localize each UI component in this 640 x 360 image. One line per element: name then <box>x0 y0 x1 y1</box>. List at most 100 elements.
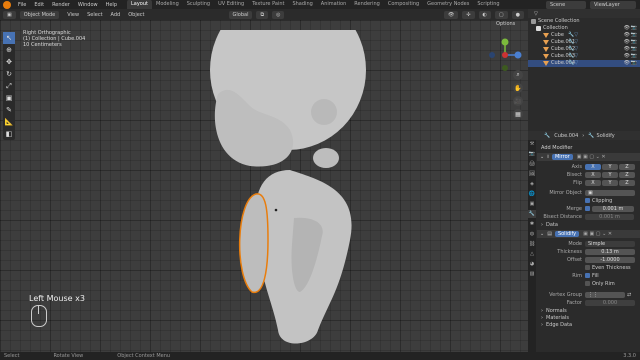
mode-dropdown[interactable]: Simple <box>585 240 635 247</box>
vertex-group-field[interactable]: ⋮⋮ <box>585 291 625 298</box>
move-tool-icon[interactable]: ✥ <box>3 56 15 68</box>
tab-animation[interactable]: Animation <box>317 0 351 9</box>
tab-compositing[interactable]: Compositing <box>384 0 423 9</box>
axis-x-toggle[interactable]: X <box>585 163 601 170</box>
menu-edit[interactable]: Edit <box>30 2 48 8</box>
outliner-item-cube-001[interactable]: Cube.001 🔧▽ 👁 📷 <box>528 39 640 46</box>
edge-data-section[interactable]: › Edge Data <box>537 321 640 328</box>
tab-constraints-icon[interactable]: ⛓ <box>528 240 536 248</box>
overlay-icon[interactable]: ◐ <box>478 10 491 19</box>
bisect-distance-field[interactable]: 0.001 m <box>585 213 634 220</box>
eye-icon[interactable]: 👁 <box>624 25 630 32</box>
menu-help[interactable]: Help <box>102 2 121 8</box>
outliner-item-cube-002[interactable]: Cube.002 🔧▽ 👁 📷 <box>528 46 640 53</box>
tab-modifier-icon[interactable]: 🔧 <box>528 210 536 218</box>
xray-icon[interactable]: ▢ <box>494 10 508 19</box>
eye-icon[interactable]: 👁 <box>624 39 630 46</box>
bisect-y-toggle[interactable]: Y <box>602 171 618 178</box>
bisect-x-toggle[interactable]: X <box>585 171 601 178</box>
collection-row[interactable]: Collection 👁 📷 <box>528 25 640 32</box>
pan-hand-icon[interactable]: ✋ <box>513 83 523 93</box>
tab-texture-paint[interactable]: Texture Paint <box>248 0 288 9</box>
render-camera-icon[interactable]: 📷 <box>631 25 637 32</box>
selected-ear-outline[interactable] <box>238 193 269 294</box>
tab-material-icon[interactable]: ◕ <box>528 260 536 268</box>
outliner-item-cube-004[interactable]: Cube.004 🔧▽ 👁 📷 <box>528 60 640 67</box>
tab-data-icon[interactable]: △ <box>528 250 536 258</box>
view-layer-selector[interactable]: ViewLayer <box>590 0 636 9</box>
offset-field[interactable]: -1.0000 <box>585 256 635 263</box>
materials-section[interactable]: › Materials <box>537 314 640 321</box>
gizmo-neg-y-icon[interactable] <box>502 65 508 71</box>
thickness-field[interactable]: 0.13 m <box>585 248 635 255</box>
tab-view-layer-icon[interactable]: 🖼 <box>528 170 536 178</box>
snap-icon[interactable]: ⧉ <box>256 10 269 19</box>
select-tool-icon[interactable]: ↖ <box>3 32 15 44</box>
tab-sculpting[interactable]: Sculpting <box>183 0 214 9</box>
even-thickness-checkbox[interactable] <box>585 265 590 270</box>
orientation-selector[interactable]: Global <box>228 10 253 19</box>
zoom-icon[interactable]: ⌕ <box>513 70 523 80</box>
tab-layout[interactable]: Layout <box>127 0 152 9</box>
tab-rendering[interactable]: Rendering <box>350 0 384 9</box>
invert-icon[interactable]: ⇄ <box>627 292 631 298</box>
tab-uv-editing[interactable]: UV Editing <box>214 0 248 9</box>
tab-world-icon[interactable]: 🌐 <box>528 190 536 198</box>
only-rim-checkbox[interactable] <box>585 281 590 286</box>
navigation-gizmo[interactable] <box>488 38 522 72</box>
gizmo-icon[interactable]: ✣ <box>462 10 475 19</box>
outliner-filter-icon[interactable]: ▽ <box>534 11 538 17</box>
menu-view[interactable]: View <box>63 12 83 18</box>
annotate-tool-icon[interactable]: ✎ <box>3 104 15 116</box>
blender-logo-icon[interactable] <box>3 0 11 9</box>
3d-viewport[interactable]: ↖ ⊕ ✥ ↻ ⤢ ▣ ✎ 📐 ◧ Right Orthographic (1)… <box>0 20 528 352</box>
scene-selector[interactable]: Scene <box>546 0 586 9</box>
only-rim-row[interactable]: Only Rim <box>537 280 640 287</box>
merge-checkbox[interactable] <box>585 206 590 211</box>
tab-object-icon[interactable]: ▣ <box>528 200 536 208</box>
options-button[interactable]: Options <box>496 21 515 27</box>
flip-x-toggle[interactable]: X <box>585 179 601 186</box>
mode-selector[interactable]: Object Mode <box>19 10 60 19</box>
camera-icon[interactable]: 🎥 <box>513 96 523 106</box>
tab-particles-icon[interactable]: ✱ <box>528 220 536 228</box>
mirror-modifier-name[interactable]: Mirror <box>551 154 573 160</box>
gizmo-neg-z-icon[interactable] <box>489 52 495 58</box>
menu-file[interactable]: File <box>14 2 30 8</box>
tab-shading[interactable]: Shading <box>288 0 316 9</box>
menu-add[interactable]: Add <box>107 12 125 18</box>
clipping-row[interactable]: Clipping <box>537 197 640 204</box>
menu-render[interactable]: Render <box>48 2 74 8</box>
character-model[interactable] <box>190 30 410 352</box>
render-camera-icon[interactable]: 📷 <box>631 60 637 67</box>
flip-z-toggle[interactable]: Z <box>619 179 635 186</box>
eye-icon[interactable]: 👁 <box>624 53 630 60</box>
menu-object[interactable]: Object <box>124 12 148 18</box>
solidify-modifier-name[interactable]: Solidify <box>554 231 580 237</box>
normals-section[interactable]: › Normals <box>537 307 640 314</box>
eye-icon[interactable]: 👁 <box>624 46 630 53</box>
outliner-item-cube[interactable]: Cube 🔧▽ 👁 📷 <box>528 32 640 39</box>
proportional-edit-icon[interactable]: ◎ <box>272 10 285 19</box>
gizmo-z-icon[interactable] <box>514 51 522 59</box>
eye-icon[interactable]: 👁 <box>624 60 630 67</box>
collapse-chevron-icon[interactable]: ⌄ <box>540 231 544 237</box>
editor-type-icon[interactable]: ▣ <box>3 10 16 19</box>
modifier-visibility-icons[interactable]: ▣ ▣ ▢ ⌄ ✕ <box>583 231 612 237</box>
axis-z-toggle[interactable]: Z <box>619 163 635 170</box>
tab-render-icon[interactable]: 📷 <box>528 150 536 158</box>
gizmo-y-icon[interactable] <box>501 38 509 46</box>
fill-checkbox[interactable] <box>585 273 590 278</box>
factor-field[interactable]: 0.000 <box>585 299 635 306</box>
add-cube-tool-icon[interactable]: ◧ <box>3 128 15 140</box>
cursor-tool-icon[interactable]: ⊕ <box>3 44 15 56</box>
clipping-checkbox[interactable] <box>585 198 590 203</box>
perspective-grid-icon[interactable]: ▦ <box>513 109 523 119</box>
mirror-modifier-header[interactable]: ⌄ ⧚ Mirror ▣ ▣ ▢ ⌄ ✕ <box>537 153 640 161</box>
tab-scripting[interactable]: Scripting <box>473 0 503 9</box>
menu-select[interactable]: Select <box>83 12 106 18</box>
visibility-icon[interactable]: 👁 <box>443 10 459 19</box>
render-camera-icon[interactable]: 📷 <box>631 39 637 46</box>
tab-output-icon[interactable]: 🖨 <box>528 160 536 168</box>
tab-physics-icon[interactable]: ◍ <box>528 230 536 238</box>
